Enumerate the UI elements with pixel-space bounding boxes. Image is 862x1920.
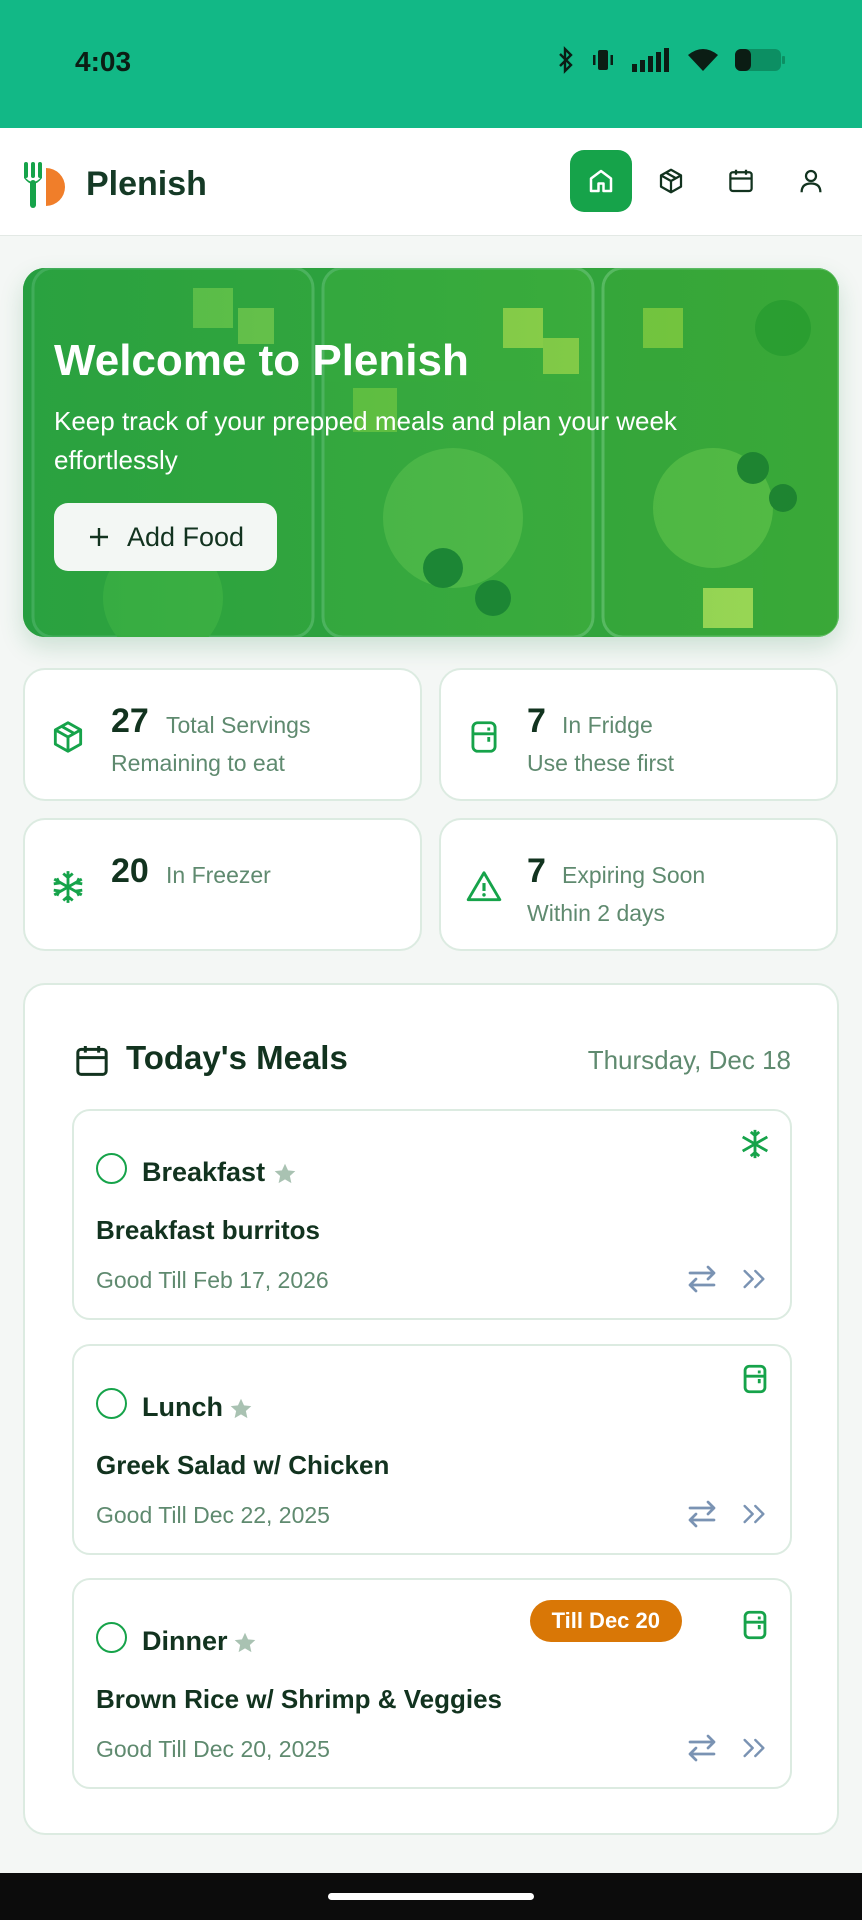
chevrons-right-icon[interactable] <box>738 1732 770 1764</box>
add-food-label: Add Food <box>126 521 245 552</box>
home-gesture-handle[interactable] <box>328 1893 534 1900</box>
hero-subtitle: Keep track of your prepped meals and pla… <box>54 406 677 475</box>
meal-checkbox[interactable] <box>96 1153 127 1184</box>
swap-icon[interactable] <box>684 1496 720 1532</box>
calendar-icon <box>76 1046 108 1076</box>
bluetooth-icon <box>559 46 573 74</box>
home-icon <box>589 169 613 193</box>
plus-icon <box>89 528 108 546</box>
stat-sub: Use these first <box>527 750 674 776</box>
system-nav-bar <box>0 1873 862 1920</box>
stat-sub: Within 2 days <box>527 900 666 926</box>
swap-icon[interactable] <box>684 1261 720 1297</box>
nav-profile-button[interactable] <box>780 150 842 212</box>
meal-name: Brown Rice w/ Shrimp & Veggies <box>96 1684 502 1714</box>
meal-card-lunch[interactable]: Lunch Greek Salad w/ Chicken Good Till D… <box>72 1344 792 1555</box>
chevrons-right-icon[interactable] <box>738 1498 770 1530</box>
swap-icon[interactable] <box>684 1730 720 1766</box>
meal-type: Dinner <box>142 1626 228 1656</box>
wifi-icon <box>688 49 718 71</box>
meal-type: Breakfast <box>142 1157 266 1187</box>
box-icon <box>53 721 83 753</box>
todays-meals-title: Today's Meals <box>126 1039 348 1076</box>
stat-value: 27 <box>111 702 149 740</box>
chevrons-right-icon[interactable] <box>738 1263 770 1295</box>
snowflake-icon <box>741 1129 769 1159</box>
plenish-logo-icon <box>24 162 65 208</box>
add-food-button[interactable]: Add Food <box>54 503 277 571</box>
fridge-icon <box>471 721 497 753</box>
meal-name: Greek Salad w/ Chicken <box>96 1450 390 1480</box>
calendar-icon <box>729 169 753 193</box>
battery-icon <box>735 49 785 71</box>
meal-checkbox[interactable] <box>96 1622 127 1653</box>
expiry-badge: Till Dec 20 <box>529 1600 682 1642</box>
vibrate-icon <box>593 50 613 70</box>
status-time: 4:03 <box>75 46 132 77</box>
brand: Plenish <box>22 158 207 210</box>
nav-home-button[interactable] <box>570 150 632 212</box>
stat-value: 20 <box>111 852 149 890</box>
stat-value: 7 <box>527 852 546 890</box>
meal-good-till: Good Till Feb 17, 2026 <box>96 1267 329 1293</box>
meal-card-dinner[interactable]: Dinner Till Dec 20 Brown Rice w/ Shrimp … <box>72 1578 792 1789</box>
stat-in-freezer[interactable]: 20 In Freezer <box>23 818 422 951</box>
fridge-icon <box>743 1610 767 1640</box>
stat-label: In Fridge <box>562 712 653 738</box>
user-icon <box>800 169 822 193</box>
nav-calendar-button[interactable] <box>710 150 772 212</box>
meal-type: Lunch <box>142 1392 223 1422</box>
stat-value: 7 <box>527 702 546 740</box>
welcome-hero: Welcome to Plenish Keep track of your pr… <box>23 268 839 637</box>
star-icon[interactable] <box>272 1161 298 1187</box>
meal-card-breakfast[interactable]: Breakfast Breakfast burritos Good Till F… <box>72 1109 792 1320</box>
star-icon[interactable] <box>232 1630 258 1656</box>
signal-icon <box>632 48 669 72</box>
meal-name: Breakfast burritos <box>96 1215 320 1245</box>
warning-icon <box>466 871 502 902</box>
snowflake-icon <box>53 871 83 903</box>
hero-title: Welcome to Plenish <box>54 336 469 385</box>
stat-sub: Remaining to eat <box>111 750 285 776</box>
meal-checkbox[interactable] <box>96 1388 127 1419</box>
app-header: Plenish <box>0 128 862 236</box>
main-nav <box>570 150 842 212</box>
star-icon[interactable] <box>228 1396 254 1422</box>
stat-label: Expiring Soon <box>562 862 706 888</box>
app-name: Plenish <box>86 164 207 203</box>
stat-total-servings[interactable]: 27 Total Servings Remaining to eat <box>23 668 422 801</box>
meal-good-till: Good Till Dec 20, 2025 <box>96 1736 330 1762</box>
nav-inventory-button[interactable] <box>640 150 702 212</box>
stat-label: Total Servings <box>166 712 311 738</box>
stat-in-fridge[interactable]: 7 In Fridge Use these first <box>439 668 838 801</box>
stat-label: In Freezer <box>166 862 271 888</box>
todays-meals-card: Today's Meals Thursday, Dec 18 Breakfast… <box>23 983 839 1835</box>
todays-date: Thursday, Dec 18 <box>587 1045 791 1075</box>
fridge-icon <box>743 1364 767 1394</box>
meal-good-till: Good Till Dec 22, 2025 <box>96 1502 330 1528</box>
box-icon <box>659 168 683 194</box>
stat-expiring-soon[interactable]: 7 Expiring Soon Within 2 days <box>439 818 838 951</box>
status-bar: 4:03 <box>0 0 862 128</box>
